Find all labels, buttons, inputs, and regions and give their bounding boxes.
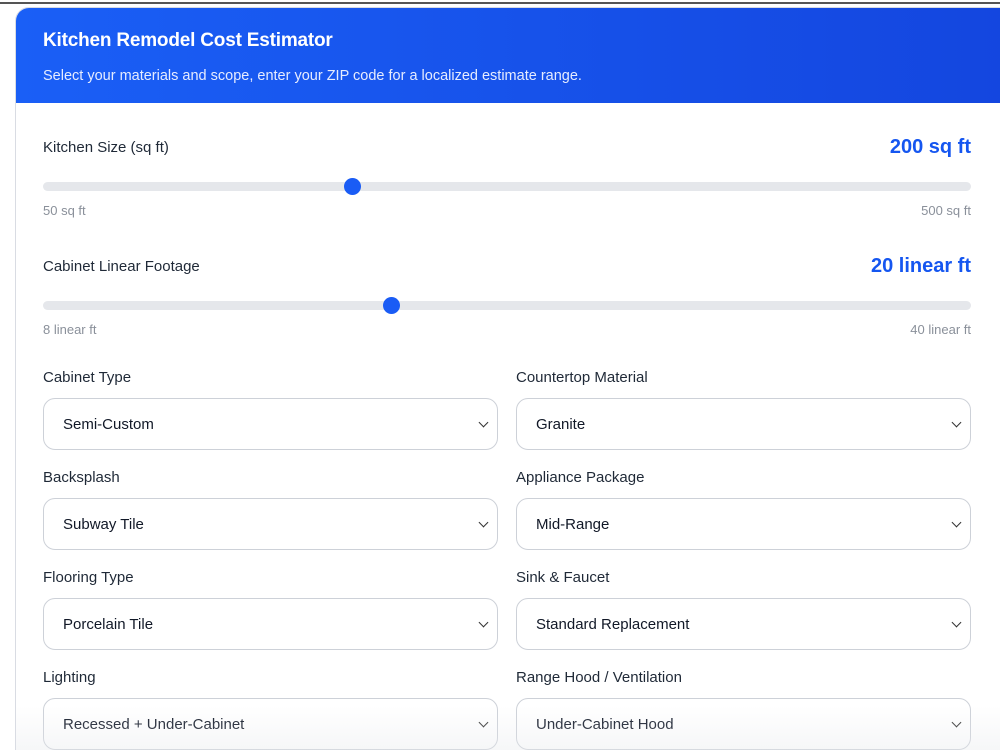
slider-label: Kitchen Size (sq ft) bbox=[43, 138, 169, 156]
appliance-package-select[interactable]: Mid-Range bbox=[516, 498, 971, 550]
flooring-type-select[interactable]: Porcelain Tile bbox=[43, 598, 498, 650]
field-label: Backsplash bbox=[43, 469, 120, 486]
field-label: Countertop Material bbox=[516, 369, 648, 386]
cabinet-footage-slider[interactable] bbox=[43, 297, 971, 314]
chevron-down-icon bbox=[478, 717, 489, 727]
page-title: Kitchen Remodel Cost Estimator bbox=[43, 30, 333, 51]
field-label: Appliance Package bbox=[516, 469, 645, 486]
field-label: Sink & Faucet bbox=[516, 569, 610, 586]
select-value: Porcelain Tile bbox=[63, 615, 154, 633]
chevron-down-icon bbox=[951, 417, 962, 427]
select-value: Recessed + Under-Cabinet bbox=[63, 715, 245, 733]
slider-thumb[interactable] bbox=[344, 178, 362, 195]
select-value: Semi-Custom bbox=[63, 415, 154, 433]
range-hood-select[interactable]: Under-Cabinet Hood bbox=[516, 698, 971, 750]
chevron-down-icon bbox=[478, 517, 489, 527]
slider-value: 200 sq ft bbox=[889, 135, 971, 158]
appliance-package-field: Appliance Package Mid-Range bbox=[516, 469, 971, 550]
field-label: Range Hood / Ventilation bbox=[516, 669, 682, 686]
field-label: Flooring Type bbox=[43, 569, 134, 586]
page-subtitle: Select your materials and scope, enter y… bbox=[43, 68, 582, 84]
chevron-down-icon bbox=[951, 517, 962, 527]
select-value: Standard Replacement bbox=[536, 615, 690, 633]
slider-max-label: 500 sq ft bbox=[921, 203, 971, 218]
lighting-field: Lighting Recessed + Under-Cabinet bbox=[43, 669, 498, 750]
chevron-down-icon bbox=[951, 617, 962, 627]
backsplash-field: Backsplash Subway Tile bbox=[43, 469, 498, 550]
range-hood-field: Range Hood / Ventilation Under-Cabinet H… bbox=[516, 669, 971, 750]
select-value: Under-Cabinet Hood bbox=[536, 715, 674, 733]
cabinet-type-field: Cabinet Type Semi-Custom bbox=[43, 369, 498, 450]
sink-faucet-field: Sink & Faucet Standard Replacement bbox=[516, 569, 971, 650]
window-top-border bbox=[0, 2, 1000, 4]
countertop-material-select[interactable]: Granite bbox=[516, 398, 971, 450]
chevron-down-icon bbox=[478, 417, 489, 427]
cabinet-footage-slider-group: Cabinet Linear Footage 20 linear ft 8 lin… bbox=[43, 254, 971, 337]
countertop-material-field: Countertop Material Granite bbox=[516, 369, 971, 450]
kitchen-size-slider[interactable] bbox=[43, 178, 971, 195]
kitchen-size-slider-group: Kitchen Size (sq ft) 200 sq ft 50 sq ft 50… bbox=[43, 135, 971, 218]
estimator-card: Kitchen Remodel Cost Estimator Select yo… bbox=[15, 7, 1000, 750]
flooring-type-field: Flooring Type Porcelain Tile bbox=[43, 569, 498, 650]
slider-min-label: 50 sq ft bbox=[43, 203, 86, 218]
lighting-select[interactable]: Recessed + Under-Cabinet bbox=[43, 698, 498, 750]
slider-value: 20 linear ft bbox=[870, 254, 971, 277]
field-label: Cabinet Type bbox=[43, 369, 132, 386]
sink-faucet-select[interactable]: Standard Replacement bbox=[516, 598, 971, 650]
select-value: Mid-Range bbox=[536, 515, 610, 533]
card-header: Kitchen Remodel Cost Estimator Select yo… bbox=[16, 8, 1000, 103]
slider-label: Cabinet Linear Footage bbox=[43, 257, 200, 275]
backsplash-select[interactable]: Subway Tile bbox=[43, 498, 498, 550]
chevron-down-icon bbox=[951, 717, 962, 727]
slider-min-label: 8 linear ft bbox=[43, 322, 97, 337]
cabinet-type-select[interactable]: Semi-Custom bbox=[43, 398, 498, 450]
slider-thumb[interactable] bbox=[383, 297, 400, 314]
field-label: Lighting bbox=[43, 669, 96, 686]
chevron-down-icon bbox=[478, 617, 489, 627]
select-value: Subway Tile bbox=[63, 515, 144, 533]
select-value: Granite bbox=[536, 415, 586, 433]
slider-max-label: 40 linear ft bbox=[910, 322, 971, 337]
